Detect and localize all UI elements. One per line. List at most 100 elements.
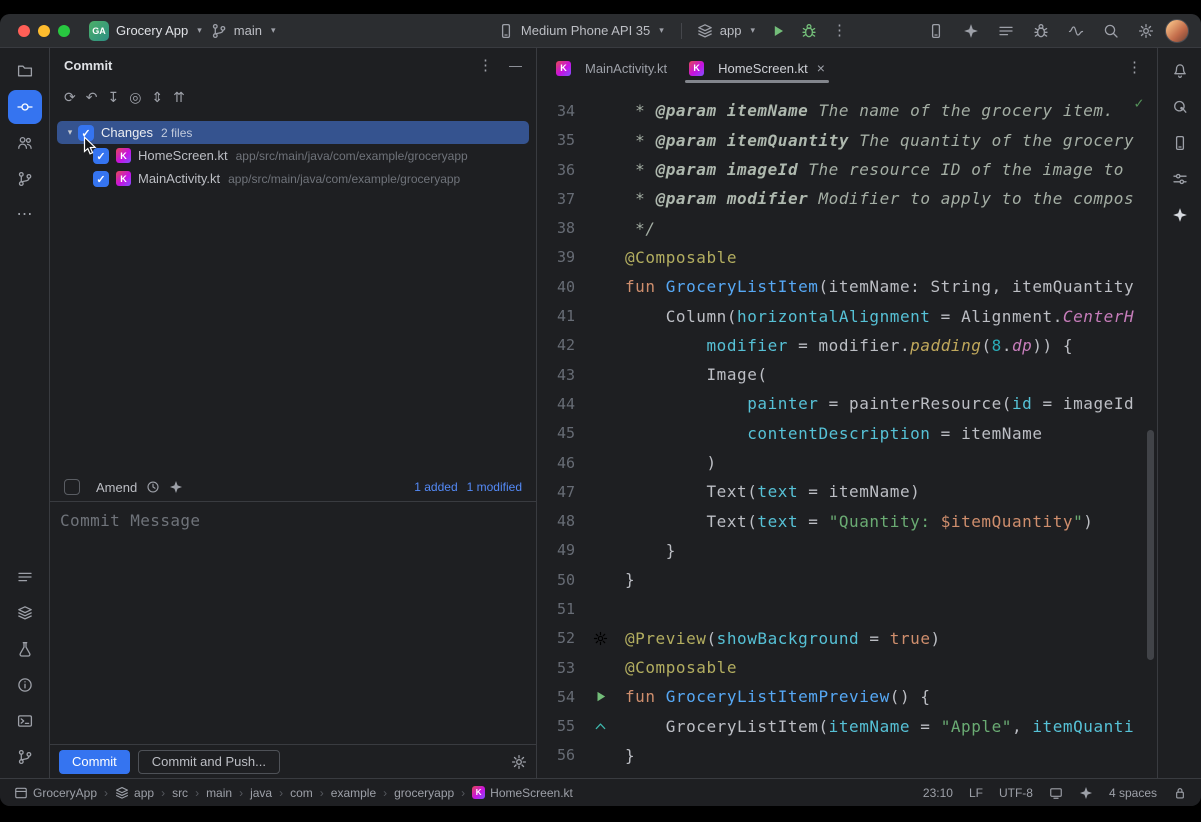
refresh-icon[interactable]: ⟳ <box>64 89 76 105</box>
kotlin-file-icon: K <box>689 61 711 76</box>
more-tabs-icon[interactable]: ⋮ <box>1127 59 1142 77</box>
status-bar-widgets: 23:10 LF UTF-8 4 spaces <box>923 786 1187 800</box>
ai-commit-message-icon[interactable] <box>169 480 183 494</box>
problems-button[interactable] <box>8 668 42 702</box>
changed-file-row[interactable]: ✓KHomeScreen.ktapp/src/main/java/com/exa… <box>50 144 536 167</box>
layout-inspector-button[interactable] <box>1163 162 1197 196</box>
code-text: } <box>625 746 1157 765</box>
minimize-window-button[interactable] <box>38 25 50 37</box>
more-actions-button[interactable]: ⋮ <box>832 23 847 39</box>
breadcrumb-item[interactable]: groceryapp <box>394 786 454 800</box>
todo-button[interactable] <box>8 560 42 594</box>
gemini-status-icon[interactable] <box>1079 786 1093 800</box>
build-button[interactable] <box>8 596 42 630</box>
rollback-icon[interactable]: ↶ <box>86 89 98 105</box>
zoom-window-button[interactable] <box>58 25 70 37</box>
readonly-toggle-icon[interactable] <box>1173 786 1187 800</box>
project-selector[interactable]: Grocery App <box>116 23 188 38</box>
app-inspection-button[interactable] <box>8 632 42 666</box>
hide-panel-button[interactable]: — <box>509 58 522 73</box>
structure-button[interactable] <box>8 126 42 160</box>
line-number: 37 <box>537 190 575 208</box>
apply-changes-gutter-icon[interactable] <box>593 719 608 734</box>
encoding[interactable]: UTF-8 <box>999 786 1033 800</box>
expand-all-icon[interactable]: ⇕ <box>151 89 163 105</box>
gradle-button[interactable] <box>1163 90 1197 124</box>
line-number: 43 <box>537 366 575 384</box>
breadcrumb-item[interactable]: KHomeScreen.kt <box>472 786 573 800</box>
editor: KMainActivity.ktKHomeScreen.kt× ⋮ 33 *34 … <box>537 48 1157 778</box>
run-preview-gutter-icon[interactable] <box>593 689 608 704</box>
collapse-all-icon[interactable]: ⇈ <box>173 89 185 105</box>
debug-button[interactable] <box>801 23 817 39</box>
commit-and-push-button[interactable]: Commit and Push... <box>138 750 280 774</box>
line-separator[interactable]: LF <box>969 786 983 800</box>
commit-button[interactable] <box>8 90 42 124</box>
avatar[interactable] <box>1165 19 1189 43</box>
tab-homescreen-kt[interactable]: KHomeScreen.kt× <box>678 48 836 88</box>
divider <box>681 23 682 39</box>
version-control-button[interactable] <box>8 740 42 774</box>
breadcrumb-item[interactable]: example <box>331 786 376 800</box>
gemini-ai-icon[interactable] <box>963 23 979 39</box>
titlebar: GA Grocery App ▾ main ▾ Medium Phone API… <box>0 14 1201 48</box>
indent[interactable]: 4 spaces <box>1109 786 1157 800</box>
device-selector[interactable]: Medium Phone API 35 <box>521 23 650 38</box>
search-everywhere-icon[interactable] <box>1103 23 1119 39</box>
more-tool-windows-button[interactable]: ⋯ <box>8 198 42 232</box>
code-area[interactable]: 33 *34 * @param itemName The name of the… <box>537 88 1157 778</box>
changes-root-row[interactable]: ▾ ✓ Changes 2 files <box>57 121 529 144</box>
breadcrumb-item[interactable]: src <box>172 786 188 800</box>
amend-checkbox[interactable] <box>64 479 80 495</box>
line-number: 35 <box>537 131 575 149</box>
running-devices-icon[interactable] <box>928 23 944 39</box>
code-line-40: 40fun GroceryListItem(itemName: String, … <box>537 272 1157 301</box>
close-icon[interactable]: × <box>817 60 825 76</box>
gear-gutter-icon[interactable] <box>593 631 608 646</box>
panel-options-button[interactable]: ⋮ <box>478 58 493 74</box>
breadcrumb-item[interactable]: app <box>115 786 154 800</box>
run-config-selector[interactable]: app <box>720 23 742 38</box>
added-count: 1 added <box>414 480 457 494</box>
file-name: HomeScreen.kt <box>138 148 228 163</box>
file-checkbox[interactable]: ✓ <box>93 171 109 187</box>
code-line-51: 51 <box>537 594 1157 623</box>
commit-history-icon[interactable] <box>146 480 160 494</box>
breadcrumb-item[interactable]: GroceryApp <box>14 786 97 800</box>
gemini-button[interactable] <box>1163 198 1197 232</box>
device-manager-button[interactable] <box>1163 126 1197 160</box>
screen-sharing-icon[interactable] <box>1049 786 1063 800</box>
close-window-button[interactable] <box>18 25 30 37</box>
amend-label: Amend <box>96 480 137 495</box>
logcat-icon[interactable] <box>998 23 1014 39</box>
line-number: 51 <box>537 600 575 618</box>
line-number: 44 <box>537 395 575 413</box>
settings-icon[interactable] <box>1138 23 1154 39</box>
expand-collapse-icon[interactable]: ▾ <box>62 127 78 138</box>
terminal-button[interactable] <box>8 704 42 738</box>
tab-mainactivity-kt[interactable]: KMainActivity.kt <box>545 48 678 88</box>
code-text: contentDescription = itemName <box>625 424 1157 443</box>
profiler-icon[interactable] <box>1068 23 1084 39</box>
commit-message-input[interactable]: Commit Message <box>50 501 536 744</box>
commit-button[interactable]: Commit <box>59 750 130 774</box>
run-button[interactable] <box>770 23 786 39</box>
app-quality-insights-icon[interactable] <box>1033 23 1049 39</box>
changed-file-row[interactable]: ✓KMainActivity.ktapp/src/main/java/com/e… <box>50 167 536 190</box>
breadcrumb-label: app <box>134 786 154 800</box>
shelve-icon[interactable]: ↧ <box>107 89 119 105</box>
breadcrumb-item[interactable]: main <box>206 786 232 800</box>
line-number: 34 <box>537 102 575 120</box>
branch-selector[interactable]: main <box>234 23 262 38</box>
breadcrumb-item[interactable]: java <box>250 786 272 800</box>
pull-requests-button[interactable] <box>8 162 42 196</box>
show-diff-icon[interactable]: ◎ <box>129 89 141 105</box>
branch-icon <box>17 749 33 765</box>
inspection-status-icon[interactable]: ✓ <box>1134 94 1144 112</box>
caret-position[interactable]: 23:10 <box>923 786 953 800</box>
commit-options-gear-icon[interactable] <box>511 754 527 770</box>
breadcrumb-item[interactable]: com <box>290 786 313 800</box>
editor-scrollbar[interactable] <box>1147 430 1154 660</box>
project-button[interactable] <box>8 54 42 88</box>
notifications-button[interactable] <box>1163 54 1197 88</box>
